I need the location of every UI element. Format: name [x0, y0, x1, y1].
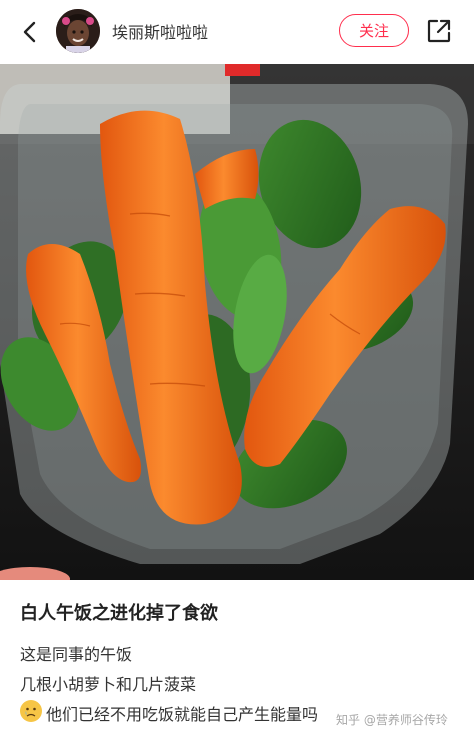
share-button[interactable] — [424, 16, 454, 46]
crying-face-emoji-icon — [20, 700, 42, 722]
username[interactable]: 埃丽斯啦啦啦 — [112, 19, 208, 43]
post-text-line: 几根小胡萝卜和几片菠菜 — [20, 675, 197, 694]
post-text-line: 他们已经不用吃饭就能自己产生能量吗 — [46, 705, 319, 724]
avatar[interactable] — [56, 9, 100, 53]
chevron-left-icon — [23, 21, 36, 43]
top-bar: 埃丽斯啦啦啦 关注 — [0, 0, 474, 64]
post-photo[interactable] — [0, 64, 474, 580]
follow-button[interactable]: 关注 — [339, 14, 409, 47]
share-icon — [427, 19, 451, 43]
post-title: 白人午饭之进化掉了食欲 — [20, 603, 218, 624]
watermark: 知乎 @营养师谷传玲 — [336, 713, 448, 727]
post-text-line: 这是同事的午饭 — [20, 645, 133, 664]
back-button[interactable] — [14, 16, 46, 48]
post-content: 白人午饭之进化掉了食欲 这是同事的午饭 几根小胡萝卜和几片菠菜 他们已经不用吃饭… — [0, 580, 474, 740]
